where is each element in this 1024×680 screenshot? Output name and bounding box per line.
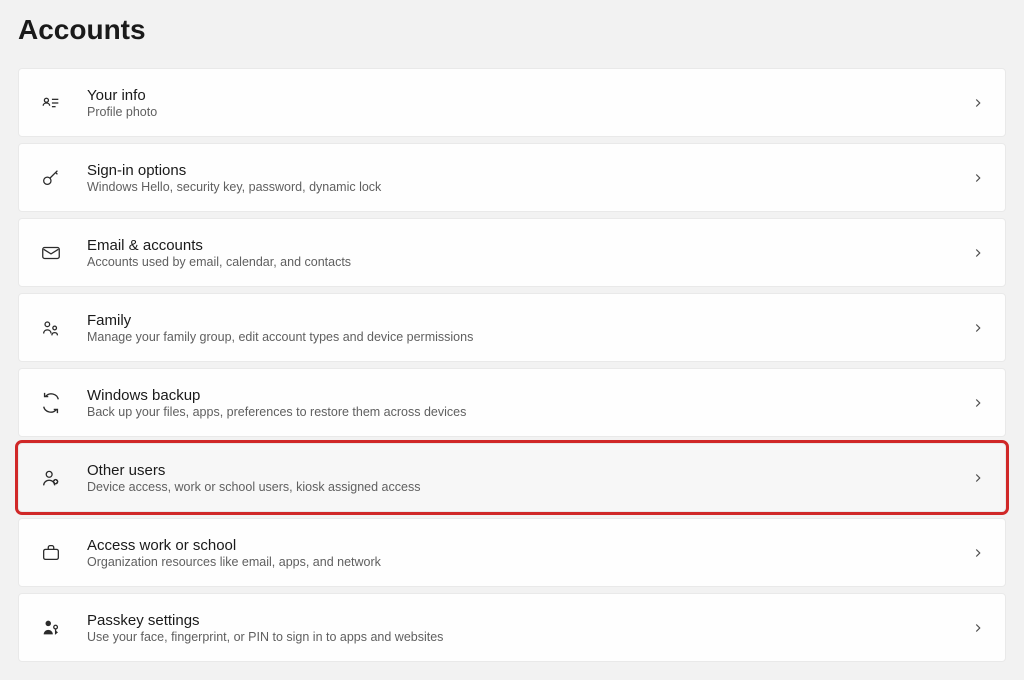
settings-item-subtitle: Organization resources like email, apps,… bbox=[87, 555, 971, 569]
briefcase-icon bbox=[39, 541, 63, 565]
settings-item-email-accounts[interactable]: Email & accounts Accounts used by email,… bbox=[18, 218, 1006, 287]
chevron-right-icon bbox=[971, 246, 985, 260]
backup-icon bbox=[39, 391, 63, 415]
chevron-right-icon bbox=[971, 471, 985, 485]
settings-item-windows-backup[interactable]: Windows backup Back up your files, apps,… bbox=[18, 368, 1006, 437]
settings-item-other-users[interactable]: Other users Device access, work or schoo… bbox=[18, 443, 1006, 512]
settings-item-text: Passkey settings Use your face, fingerpr… bbox=[87, 612, 971, 644]
settings-item-title: Email & accounts bbox=[87, 237, 971, 254]
chevron-right-icon bbox=[971, 621, 985, 635]
settings-item-text: Email & accounts Accounts used by email,… bbox=[87, 237, 971, 269]
settings-item-passkey-settings[interactable]: Passkey settings Use your face, fingerpr… bbox=[18, 593, 1006, 662]
settings-item-text: Windows backup Back up your files, apps,… bbox=[87, 387, 971, 419]
mail-icon bbox=[39, 241, 63, 265]
settings-item-subtitle: Accounts used by email, calendar, and co… bbox=[87, 255, 971, 269]
settings-item-subtitle: Manage your family group, edit account t… bbox=[87, 330, 971, 344]
settings-item-subtitle: Profile photo bbox=[87, 105, 971, 119]
settings-item-subtitle: Device access, work or school users, kio… bbox=[87, 480, 971, 494]
settings-item-title: Sign-in options bbox=[87, 162, 971, 179]
settings-item-title: Family bbox=[87, 312, 971, 329]
settings-item-title: Your info bbox=[87, 87, 971, 104]
person-add-icon bbox=[39, 466, 63, 490]
chevron-right-icon bbox=[971, 396, 985, 410]
contact-card-icon bbox=[39, 91, 63, 115]
settings-list: Your info Profile photo Sign-in options … bbox=[18, 68, 1006, 662]
settings-item-text: Sign-in options Windows Hello, security … bbox=[87, 162, 971, 194]
settings-item-text: Family Manage your family group, edit ac… bbox=[87, 312, 971, 344]
settings-item-family[interactable]: Family Manage your family group, edit ac… bbox=[18, 293, 1006, 362]
chevron-right-icon bbox=[971, 321, 985, 335]
key-icon bbox=[39, 166, 63, 190]
settings-item-subtitle: Use your face, fingerprint, or PIN to si… bbox=[87, 630, 971, 644]
settings-item-sign-in-options[interactable]: Sign-in options Windows Hello, security … bbox=[18, 143, 1006, 212]
chevron-right-icon bbox=[971, 96, 985, 110]
settings-item-text: Your info Profile photo bbox=[87, 87, 971, 119]
page-title: Accounts bbox=[18, 0, 1006, 68]
settings-item-access-work-school[interactable]: Access work or school Organization resou… bbox=[18, 518, 1006, 587]
settings-item-title: Other users bbox=[87, 462, 971, 479]
settings-item-subtitle: Back up your files, apps, preferences to… bbox=[87, 405, 971, 419]
settings-item-text: Other users Device access, work or schoo… bbox=[87, 462, 971, 494]
settings-item-text: Access work or school Organization resou… bbox=[87, 537, 971, 569]
chevron-right-icon bbox=[971, 171, 985, 185]
settings-item-your-info[interactable]: Your info Profile photo bbox=[18, 68, 1006, 137]
settings-item-title: Access work or school bbox=[87, 537, 971, 554]
settings-item-subtitle: Windows Hello, security key, password, d… bbox=[87, 180, 971, 194]
chevron-right-icon bbox=[971, 546, 985, 560]
settings-item-title: Windows backup bbox=[87, 387, 971, 404]
family-icon bbox=[39, 316, 63, 340]
passkey-icon bbox=[39, 616, 63, 640]
settings-item-title: Passkey settings bbox=[87, 612, 971, 629]
